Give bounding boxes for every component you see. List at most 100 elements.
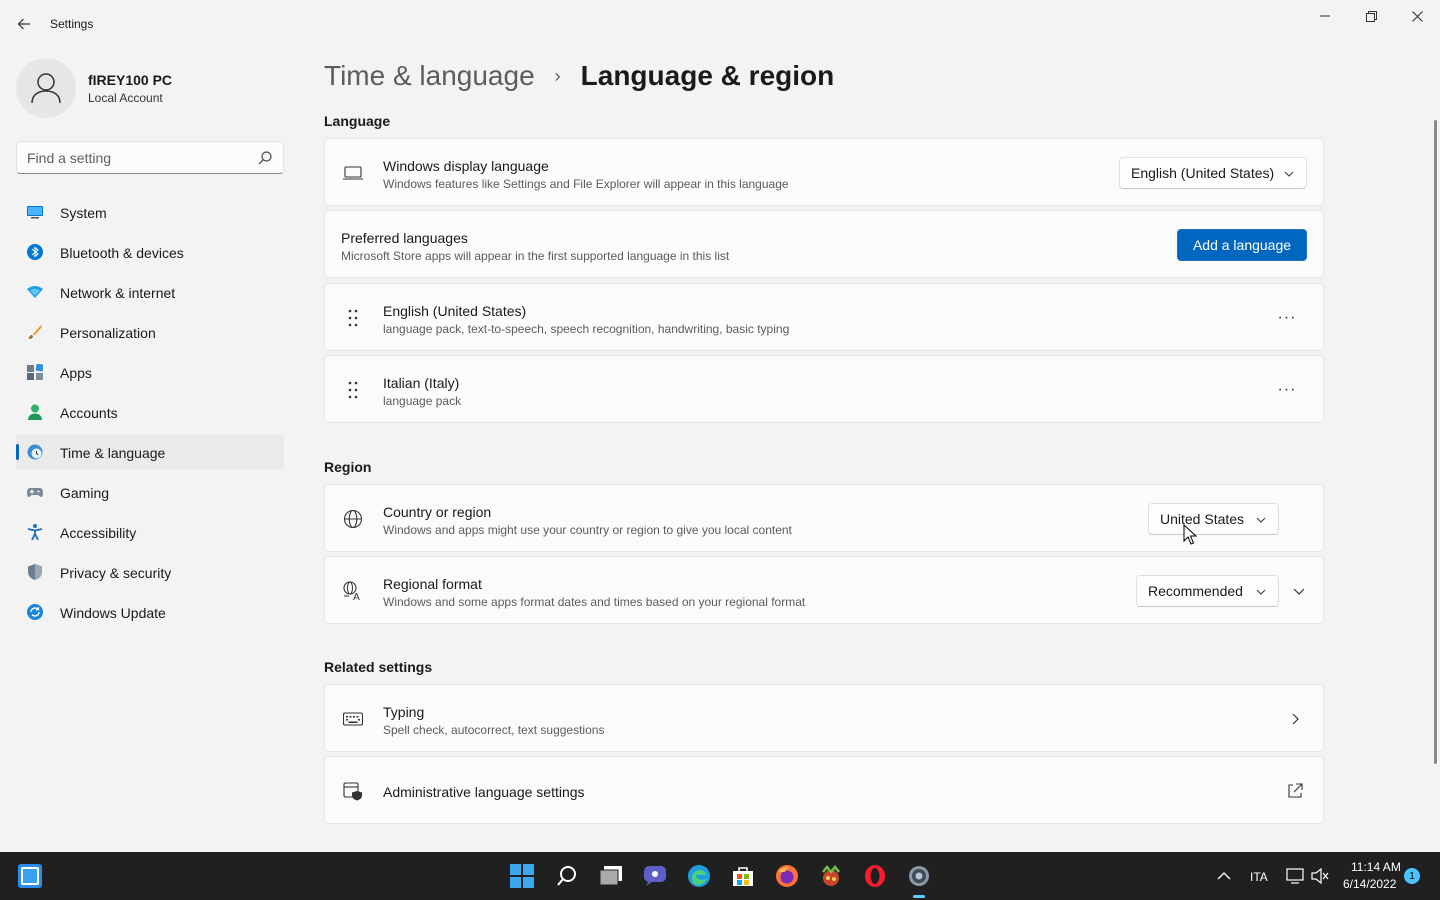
sidebar-item-label: Accessibility [60, 525, 137, 541]
chevron-up-icon [1217, 872, 1231, 880]
sidebar-item-label: Accounts [60, 405, 118, 421]
settings-taskbar-button[interactable] [905, 862, 933, 898]
back-arrow-icon [17, 18, 30, 30]
sidebar-item-privacy[interactable]: Privacy & security [16, 554, 284, 590]
avatar [16, 58, 76, 118]
drag-handle-icon[interactable] [343, 308, 363, 328]
more-options-button[interactable]: ··· [1269, 378, 1305, 402]
add-language-button[interactable]: Add a language [1177, 229, 1307, 261]
clock-date[interactable]: 6/14/2022 [1343, 877, 1396, 891]
network-status-button[interactable] [1281, 862, 1309, 890]
volume-status-button[interactable] [1306, 862, 1334, 890]
sidebar-item-label: Personalization [60, 325, 156, 341]
display-language-dropdown[interactable]: English (United States) [1119, 157, 1307, 189]
breadcrumb-parent-link[interactable]: Time & language [324, 60, 535, 92]
country-region-description: Windows and apps might use your country … [383, 523, 792, 537]
sidebar-item-apps[interactable]: Apps [16, 354, 284, 390]
drag-handle-icon[interactable] [343, 380, 363, 400]
open-external-icon [1288, 783, 1303, 798]
regional-format-card[interactable]: A Regional format Windows and some apps … [324, 556, 1324, 624]
language-features: language pack, text-to-speech, speech re… [383, 322, 790, 336]
task-view-button[interactable] [597, 862, 625, 890]
sidebar-item-accessibility[interactable]: Accessibility [16, 514, 284, 550]
sidebar-item-personalization[interactable]: Personalization [16, 314, 284, 350]
sidebar-item-network[interactable]: Network & internet [16, 274, 284, 310]
typing-title: Typing [383, 704, 425, 720]
scrollbar[interactable] [1434, 120, 1437, 764]
firefox-button[interactable] [773, 862, 801, 890]
display-language-title: Windows display language [383, 158, 549, 174]
sidebar-item-system[interactable]: System [16, 194, 284, 230]
back-button[interactable] [12, 10, 36, 38]
game-app-icon [822, 864, 840, 886]
person-icon [28, 404, 42, 420]
sidebar-nav: System Bluetooth & devices Network & int… [16, 194, 284, 634]
chat-button[interactable] [641, 862, 669, 890]
opera-button[interactable] [861, 862, 889, 890]
show-hidden-icons-button[interactable] [1210, 862, 1238, 890]
store-button[interactable] [729, 862, 757, 890]
page-title: Language & region [580, 60, 835, 91]
sidebar-item-windows-update[interactable]: Windows Update [16, 594, 284, 630]
more-options-button[interactable]: ··· [1269, 306, 1305, 330]
regional-format-dropdown[interactable]: Recommended [1136, 575, 1279, 607]
task-view-icon [599, 866, 622, 886]
maximize-button[interactable] [1348, 0, 1394, 32]
search-taskbar-button[interactable] [553, 862, 581, 890]
sidebar-item-accounts[interactable]: Accounts [16, 394, 284, 430]
sidebar-item-gaming[interactable]: Gaming [16, 474, 284, 510]
user-avatar-icon [31, 73, 61, 104]
user-profile[interactable]: fIREY100 PC Local Account [16, 56, 286, 120]
controller-icon [27, 488, 43, 497]
language-name: Italian (Italy) [383, 375, 460, 391]
section-title-region: Region [324, 459, 372, 475]
sidebar-item-label: Privacy & security [60, 565, 172, 581]
display-language-card: Windows display language Windows feature… [324, 138, 1324, 206]
sidebar-item-label: Bluetooth & devices [60, 245, 184, 261]
apps-icon [27, 364, 43, 380]
search-icon[interactable] [257, 150, 273, 166]
app-pinned-button[interactable] [817, 862, 845, 890]
update-icon [27, 604, 43, 620]
regional-format-description: Windows and some apps format dates and t… [383, 595, 806, 609]
edge-button[interactable] [685, 862, 713, 890]
sidebar-item-time-language[interactable]: Time & language [16, 434, 284, 470]
input-language-indicator[interactable]: ITA [1250, 870, 1268, 884]
restore-icon [1365, 10, 1377, 22]
sidebar-item-label: Network & internet [60, 285, 176, 301]
search-box[interactable] [16, 141, 284, 174]
breadcrumb: Time & language › Language & region [324, 56, 834, 96]
admin-language-settings-card[interactable]: Administrative language settings [324, 756, 1324, 824]
section-title-language: Language [324, 113, 391, 129]
sidebar-item-label: Apps [60, 365, 92, 381]
sidebar-item-bluetooth[interactable]: Bluetooth & devices [16, 234, 284, 270]
expand-chevron-icon[interactable] [1289, 581, 1309, 601]
shield-icon [28, 564, 42, 580]
section-title-related: Related settings [324, 659, 433, 675]
close-button[interactable] [1394, 0, 1440, 32]
notification-badge[interactable]: 1 [1404, 868, 1420, 884]
settings-gear-icon [909, 866, 929, 886]
language-name: English (United States) [383, 303, 527, 319]
chevron-down-icon [1284, 171, 1294, 177]
language-item-english[interactable]: English (United States) language pack, t… [324, 283, 1324, 351]
minimize-icon [1320, 15, 1330, 17]
preferred-languages-card: Preferred languages Microsoft Store apps… [324, 210, 1324, 278]
language-item-italian[interactable]: Italian (Italy) language pack ··· [324, 355, 1324, 423]
search-icon [557, 866, 576, 886]
dropdown-value: United States [1160, 511, 1245, 527]
title-bar: Settings [0, 0, 1440, 48]
brush-icon [29, 325, 42, 339]
minimize-button[interactable] [1302, 0, 1348, 32]
widgets-button[interactable] [16, 862, 44, 890]
search-input[interactable] [27, 148, 247, 168]
country-region-dropdown[interactable]: United States [1148, 503, 1279, 535]
dropdown-value: Recommended [1148, 583, 1243, 599]
admin-language-settings-title: Administrative language settings [383, 784, 585, 800]
keyboard-icon [343, 712, 363, 726]
breadcrumb-separator: › [554, 65, 561, 86]
start-button[interactable] [508, 862, 536, 890]
sidebar-item-label: Windows Update [60, 605, 166, 621]
clock-time[interactable]: 11:14 AM [1351, 860, 1401, 874]
typing-link-card[interactable]: Typing Spell check, autocorrect, text su… [324, 684, 1324, 752]
